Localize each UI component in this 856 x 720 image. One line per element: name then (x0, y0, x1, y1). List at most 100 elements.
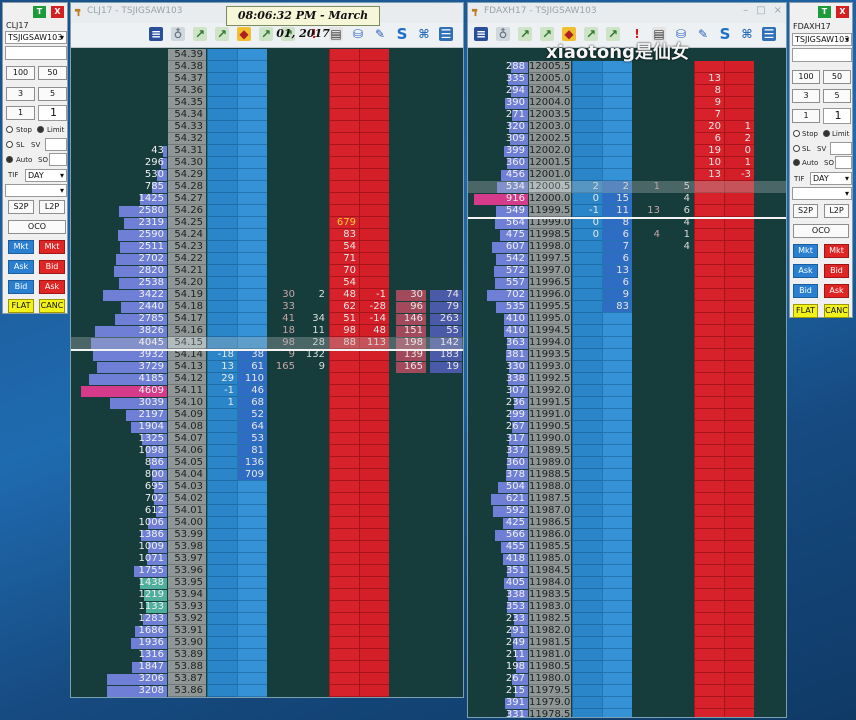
ask-delta-cell[interactable] (724, 445, 754, 457)
ask-size-cell[interactable]: 54 (329, 277, 359, 289)
ask-delta-cell[interactable]: -1 (359, 289, 389, 301)
volume-value[interactable]: 621 (468, 493, 528, 505)
sell-bid-button[interactable]: Bid (824, 264, 849, 278)
ask-size-cell[interactable]: 51 (329, 313, 359, 325)
volume-value[interactable]: 288 (468, 61, 528, 73)
bid-delta-cell[interactable] (572, 85, 602, 97)
trade-cell[interactable]: 28 (298, 337, 328, 349)
volume-value[interactable]: 475 (468, 229, 528, 241)
bid-delta-cell[interactable] (207, 181, 237, 193)
imbalance-value[interactable]: 165 (390, 361, 426, 373)
bid-delta-cell[interactable] (572, 421, 602, 433)
ask-size-cell[interactable]: 48 (329, 289, 359, 301)
ask-delta-cell[interactable] (359, 421, 389, 433)
bid-delta-cell[interactable] (572, 481, 602, 493)
volume-value[interactable]: 2580 (71, 205, 167, 217)
ask-size-cell[interactable]: 8 (694, 85, 724, 97)
ask-size-cell[interactable] (694, 241, 724, 253)
wrench-icon[interactable]: ✎ (696, 27, 710, 41)
trade-cell[interactable]: 1 (663, 229, 693, 241)
auto-radio[interactable] (6, 156, 13, 163)
volume-value[interactable]: 456 (468, 169, 528, 181)
bid-delta-cell[interactable] (207, 217, 237, 229)
bid-delta-cell[interactable] (572, 169, 602, 181)
account-select[interactable]: TSJIGSAW103 (792, 33, 852, 46)
ask-size-cell[interactable] (694, 361, 724, 373)
ask-size-cell[interactable] (694, 301, 724, 313)
ask-size-cell[interactable] (329, 601, 359, 613)
ask-size-cell[interactable] (329, 469, 359, 481)
ask-size-cell[interactable] (329, 145, 359, 157)
bid-size-cell[interactable] (602, 121, 632, 133)
volume-value[interactable]: 2820 (71, 265, 167, 277)
bid-size-cell[interactable] (602, 529, 632, 541)
volume-value[interactable]: 3729 (71, 361, 167, 373)
ask-size-cell[interactable] (694, 277, 724, 289)
bid-delta-cell[interactable] (207, 97, 237, 109)
ask-size-cell[interactable] (694, 685, 724, 697)
bid-size-cell[interactable] (602, 73, 632, 85)
settings-icon[interactable]: ☰ (439, 27, 453, 41)
bid-size-cell[interactable] (237, 205, 267, 217)
bid-size-cell[interactable] (237, 49, 267, 61)
export2-icon[interactable]: ↗ (215, 27, 229, 41)
ask-delta-cell[interactable] (724, 421, 754, 433)
volume-value[interactable]: 3208 (71, 685, 167, 697)
ask-delta-cell[interactable] (359, 205, 389, 217)
bid-delta-cell[interactable] (207, 493, 237, 505)
ask-size-cell[interactable] (329, 193, 359, 205)
account-select[interactable]: TSJIGSAW103 (5, 31, 67, 44)
ask-delta-cell[interactable] (359, 397, 389, 409)
buy-bid-button[interactable]: Bid (793, 284, 818, 298)
bid-delta-cell[interactable] (207, 121, 237, 133)
ask-delta-cell[interactable] (724, 337, 754, 349)
ask-size-cell[interactable] (329, 433, 359, 445)
ask-size-cell[interactable] (694, 457, 724, 469)
bid-size-cell[interactable] (602, 385, 632, 397)
volume-value[interactable]: 2785 (71, 313, 167, 325)
ask-delta-cell[interactable] (359, 385, 389, 397)
volume-value[interactable]: 307 (468, 385, 528, 397)
ask-size-cell[interactable] (694, 325, 724, 337)
ask-delta-cell[interactable] (724, 313, 754, 325)
ask-size-cell[interactable] (694, 517, 724, 529)
ask-delta-cell[interactable] (359, 457, 389, 469)
bid-delta-cell[interactable] (572, 277, 602, 289)
ask-size-cell[interactable] (329, 625, 359, 637)
ask-size-cell[interactable]: 13 (694, 169, 724, 181)
volume-value[interactable]: 337 (468, 445, 528, 457)
bid-delta-cell[interactable] (207, 325, 237, 337)
volume-value[interactable]: 1071 (71, 553, 167, 565)
bid-size-cell[interactable] (602, 409, 632, 421)
bid-size-cell[interactable] (237, 241, 267, 253)
ask-delta-cell[interactable] (724, 397, 754, 409)
ask-delta-cell[interactable] (359, 649, 389, 661)
ask-delta-cell[interactable] (359, 181, 389, 193)
ask-delta-cell[interactable] (724, 637, 754, 649)
volume-value[interactable]: 363 (468, 337, 528, 349)
ask-size-cell[interactable]: 6 (694, 133, 724, 145)
limit-radio[interactable] (37, 126, 44, 133)
ask-size-cell[interactable] (694, 205, 724, 217)
buy-bid-button[interactable]: Bid (8, 280, 34, 294)
ask-size-cell[interactable] (329, 121, 359, 133)
qty-100-button[interactable]: 100 (792, 70, 820, 84)
volume-value[interactable]: 418 (468, 553, 528, 565)
bid-delta-cell[interactable] (207, 601, 237, 613)
volume-value[interactable]: 296 (71, 157, 167, 169)
volume-value[interactable]: 542 (468, 253, 528, 265)
ask-delta-cell[interactable] (724, 109, 754, 121)
ask-size-cell[interactable] (329, 529, 359, 541)
trade-cell[interactable]: 4 (663, 241, 693, 253)
bid-size-cell[interactable] (237, 481, 267, 493)
ask-size-cell[interactable] (329, 445, 359, 457)
volume-value[interactable]: 1133 (71, 601, 167, 613)
bid-size-cell[interactable] (602, 157, 632, 169)
ask-size-cell[interactable] (329, 637, 359, 649)
ask-size-cell[interactable] (329, 649, 359, 661)
bid-size-cell[interactable] (237, 493, 267, 505)
bid-size-cell[interactable] (237, 565, 267, 577)
bid-size-cell[interactable] (237, 577, 267, 589)
bid-delta-cell[interactable] (207, 253, 237, 265)
ask-size-cell[interactable] (329, 517, 359, 529)
